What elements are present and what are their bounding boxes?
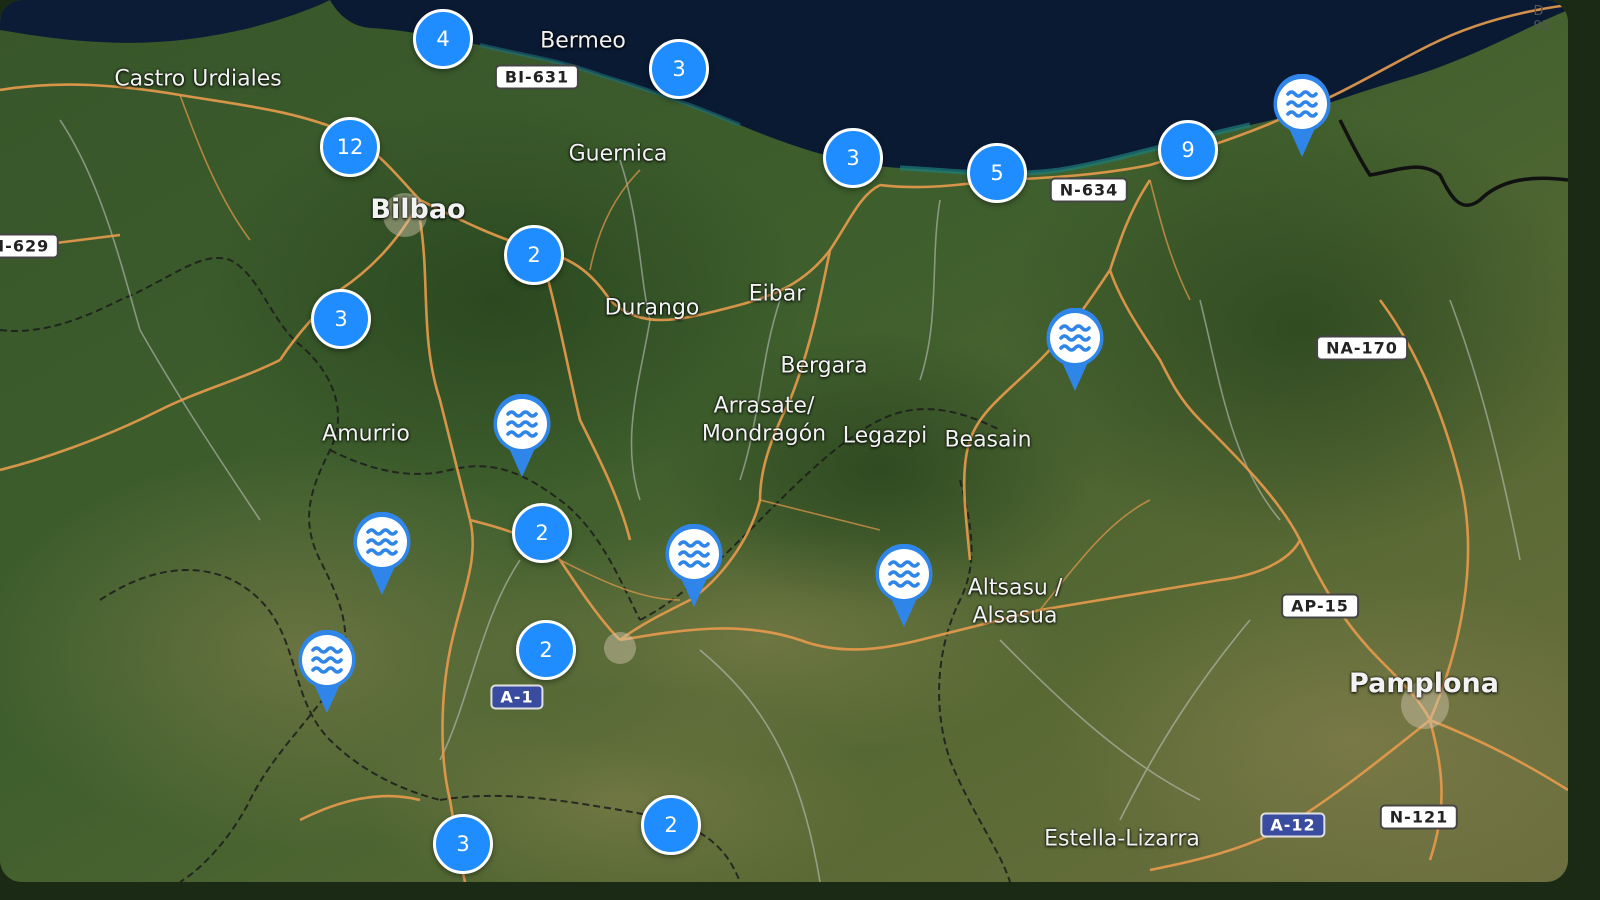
place-label-pamplona: Pamplona <box>1349 668 1499 700</box>
cluster-count: 3 <box>456 832 470 856</box>
cluster-marker-c7[interactable]: 2 <box>504 225 564 285</box>
place-label-bilbao: Bilbao <box>370 194 466 226</box>
road-shield-n-121: N-121 <box>1379 804 1459 830</box>
cluster-marker-c12[interactable]: 2 <box>641 795 701 855</box>
map-view[interactable]: Bermeo Castro Urdiales Guernica Bilbao Duran… <box>0 0 1568 882</box>
cluster-count: 3 <box>334 307 348 331</box>
place-label-legazpi: Legazpi <box>842 423 928 449</box>
cluster-count: 4 <box>436 27 450 51</box>
cluster-marker-c3[interactable]: 12 <box>320 117 380 177</box>
place-label-bergara: Bergara <box>780 353 868 379</box>
cluster-count: 3 <box>672 57 686 81</box>
cluster-count: 2 <box>527 243 541 267</box>
cluster-count: 3 <box>846 146 860 170</box>
cluster-marker-c2[interactable]: 3 <box>649 39 709 99</box>
cluster-marker-c1[interactable]: 4 <box>413 9 473 69</box>
cluster-count: 2 <box>664 813 678 837</box>
road-shield-ap-15: AP-15 <box>1281 593 1359 619</box>
place-label-amurrio: Amurrio <box>322 421 410 447</box>
cluster-marker-c4[interactable]: 3 <box>823 128 883 188</box>
road-shield-na-170: NA-170 <box>1316 335 1408 361</box>
road-shield-a-12: A-12 <box>1260 812 1326 838</box>
road-shield-a-1: A-1 <box>490 684 544 710</box>
place-label-bermeo: Bermeo <box>540 28 626 54</box>
water-marker-m5[interactable] <box>663 523 725 608</box>
water-marker-m7[interactable] <box>296 629 358 714</box>
cluster-marker-c6[interactable]: 9 <box>1158 120 1218 180</box>
water-marker-m2[interactable] <box>1044 307 1106 392</box>
place-label-altsasu: Altsasu / Alsasua <box>967 575 1063 629</box>
place-label-eibar: Eibar <box>748 281 806 307</box>
cluster-count: 5 <box>990 161 1004 185</box>
cluster-marker-c9[interactable]: 2 <box>512 503 572 563</box>
place-label-durango: Durango <box>604 295 700 321</box>
place-label-castro-urdiales: Castro Urdiales <box>114 66 282 92</box>
road-shield-bi-631: BI-631 <box>494 64 580 90</box>
water-marker-m3[interactable] <box>491 393 553 478</box>
road-shield-n-629: N-629 <box>0 233 60 259</box>
cluster-marker-c8[interactable]: 3 <box>311 289 371 349</box>
water-marker-m4[interactable] <box>351 511 413 596</box>
place-label-arrasate: Arrasate/ Mondragón <box>701 393 827 447</box>
cluster-marker-c11[interactable]: 3 <box>433 814 493 874</box>
place-label-beasain: Beasain <box>944 427 1032 453</box>
water-marker-m6[interactable] <box>873 543 935 628</box>
cluster-count: 2 <box>539 638 553 662</box>
road-shield-d-93: D 93 <box>1533 4 1551 34</box>
cluster-marker-c10[interactable]: 2 <box>516 620 576 680</box>
cluster-count: 2 <box>535 521 549 545</box>
cluster-count: 9 <box>1181 138 1195 162</box>
cluster-marker-c5[interactable]: 5 <box>967 143 1027 203</box>
road-shield-n-634: N-634 <box>1049 177 1129 203</box>
water-marker-m1[interactable] <box>1271 73 1333 158</box>
cluster-count: 12 <box>336 135 364 159</box>
place-label-estella: Estella-Lizarra <box>1044 826 1200 852</box>
place-label-guernica: Guernica <box>568 141 668 167</box>
